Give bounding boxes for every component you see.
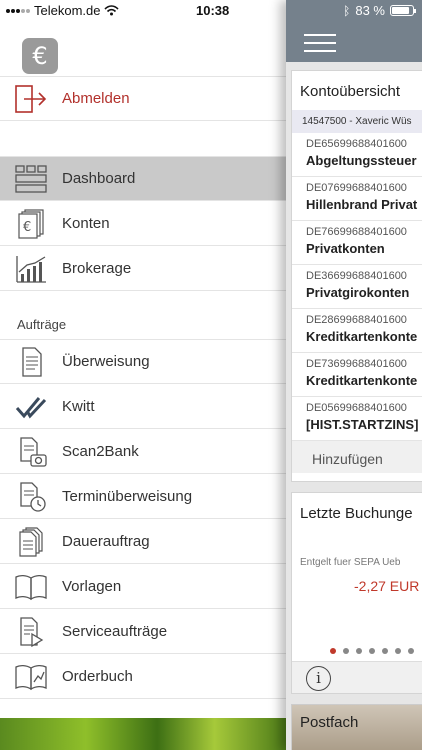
account-overview-card: Kontoübersicht 14547500 - Xaveric Wüs DE… [291,70,422,482]
battery-icon [390,5,416,16]
menu-item-label: Scan2Bank [62,443,139,460]
bluetooth-icon: ᛒ [343,3,351,18]
add-account-button[interactable]: Hinzufügen [292,441,422,473]
page-dot [369,648,375,654]
transaction-label[interactable]: Entgelt fuer SEPA Ueb [300,557,400,568]
menu-item-terminueberweisung[interactable]: Terminüberweisung [0,475,286,519]
page-dot [343,648,349,654]
info-icon[interactable]: i [306,666,331,691]
recent-transactions-card: Letzte Buchunge Entgelt fuer SEPA Ueb -2… [291,492,422,694]
camera-document-icon [20,437,47,467]
menu-item-brokerage[interactable]: Brokerage [0,247,286,291]
clock-document-icon [20,482,46,512]
menu-item-kwitt[interactable]: Kwitt [0,385,286,429]
page-dot [330,648,336,654]
card-title: Kontoübersicht [300,83,401,100]
dashboard-grid-icon [15,165,47,193]
menu-item-label: Orderbuch [62,668,133,685]
hamburger-menu-icon[interactable] [304,34,336,52]
account-name: Abgeltungssteuer [306,153,417,168]
account-iban: DE73699688401600 [306,358,407,370]
account-row[interactable]: DE65699688401600 Abgeltungssteuer [292,133,422,177]
logout-button[interactable]: Abmelden [0,77,286,121]
app-logo-icon: € [22,38,58,74]
menu-item-label: Dauerauftrag [62,533,150,550]
account-row[interactable]: DE36699688401600 Privatgirokonten [292,265,422,309]
menu-item-dashboard[interactable]: Dashboard [0,157,286,201]
menu-item-label: Serviceaufträge [62,623,168,640]
page-dot [395,648,401,654]
card-title: Postfach [300,714,359,731]
page-dot [408,648,414,654]
status-bar: Telekom.de 10:38 ᛒ 83 % [0,0,422,22]
menu-item-label: Vorlagen [62,578,122,595]
clock: 10:38 [196,3,230,18]
side-menu: € Abmelden Dashboard € Konten Brokerage … [0,0,286,750]
menu-item-vorlagen[interactable]: Vorlagen [0,565,286,609]
account-name: Kreditkartenkonte [306,329,418,344]
account-iban: DE07699688401600 [306,182,407,194]
carrier-name: Telekom.de [34,3,101,18]
logout-label: Abmelden [62,90,130,107]
account-name: Privatkonten [306,241,385,256]
kwitt-check-icon [15,397,47,419]
account-row[interactable]: DE07699688401600 Hillenbrand Privat [292,177,422,221]
document-icon [22,347,42,377]
wifi-icon [104,5,120,16]
account-row[interactable]: DE73699688401600 Kreditkartenkonte [292,353,422,397]
account-name: Privatgirokonten [306,285,410,300]
menu-item-dauerauftrag[interactable]: Dauerauftrag [0,520,286,564]
account-iban: DE28699688401600 [306,314,407,326]
signal-strength-icon [6,8,30,13]
svg-text:€: € [23,220,31,235]
section-label-auftraege: Aufträge [17,317,67,332]
chart-book-icon [15,664,47,691]
menu-item-orderbuch[interactable]: Orderbuch [0,655,286,699]
menu-item-label: Überweisung [62,353,150,370]
card-title: Letzte Buchunge [300,505,413,522]
menu-item-scan2bank[interactable]: Scan2Bank [0,430,286,474]
status-left: Telekom.de [6,3,120,18]
battery-percentage: 83 % [355,3,385,18]
play-document-icon [20,617,44,647]
card-footer: i [292,661,422,693]
open-book-icon [15,574,47,601]
account-iban: DE65699688401600 [306,138,407,150]
transaction-amount: -2,27 EUR [354,578,420,594]
account-name: Kreditkartenkonte [306,373,418,388]
page-dot [382,648,388,654]
euro-cards-icon: € [18,209,44,239]
account-row[interactable]: DE28699688401600 Kreditkartenkonte [292,309,422,353]
postfach-card[interactable]: Postfach [291,704,422,750]
menu-item-ueberweisung[interactable]: Überweisung [0,340,286,384]
menu-item-label: Dashboard [62,170,136,187]
page-dot [356,648,362,654]
bar-chart-icon [16,256,46,283]
menu-item-label: Konten [62,215,110,232]
menu-item-label: Brokerage [62,260,132,277]
account-name: [HIST.STARTZINS] [306,417,419,432]
stacked-documents-icon [19,527,43,557]
account-iban: DE05699688401600 [306,402,407,414]
account-holder-header: 14547500 - Xaveric Wüs [292,110,422,133]
account-iban: DE76699688401600 [306,226,407,238]
menu-item-label: Terminüberweisung [62,488,193,505]
menu-item-serviceauftraege[interactable]: Serviceaufträge [0,610,286,654]
logout-icon [15,85,47,113]
account-row[interactable]: DE05699688401600 [HIST.STARTZINS] [292,397,422,441]
menu-item-konten[interactable]: € Konten [0,202,286,246]
account-name: Hillenbrand Privat [306,197,418,212]
account-iban: DE36699688401600 [306,270,407,282]
account-row[interactable]: DE76699688401600 Privatkonten [292,221,422,265]
status-right: ᛒ 83 % [343,3,416,18]
main-content: Kontoübersicht 14547500 - Xaveric Wüs DE… [286,0,422,750]
page-indicator[interactable] [330,648,414,654]
background-image [0,718,286,750]
menu-item-label: Kwitt [62,398,95,415]
